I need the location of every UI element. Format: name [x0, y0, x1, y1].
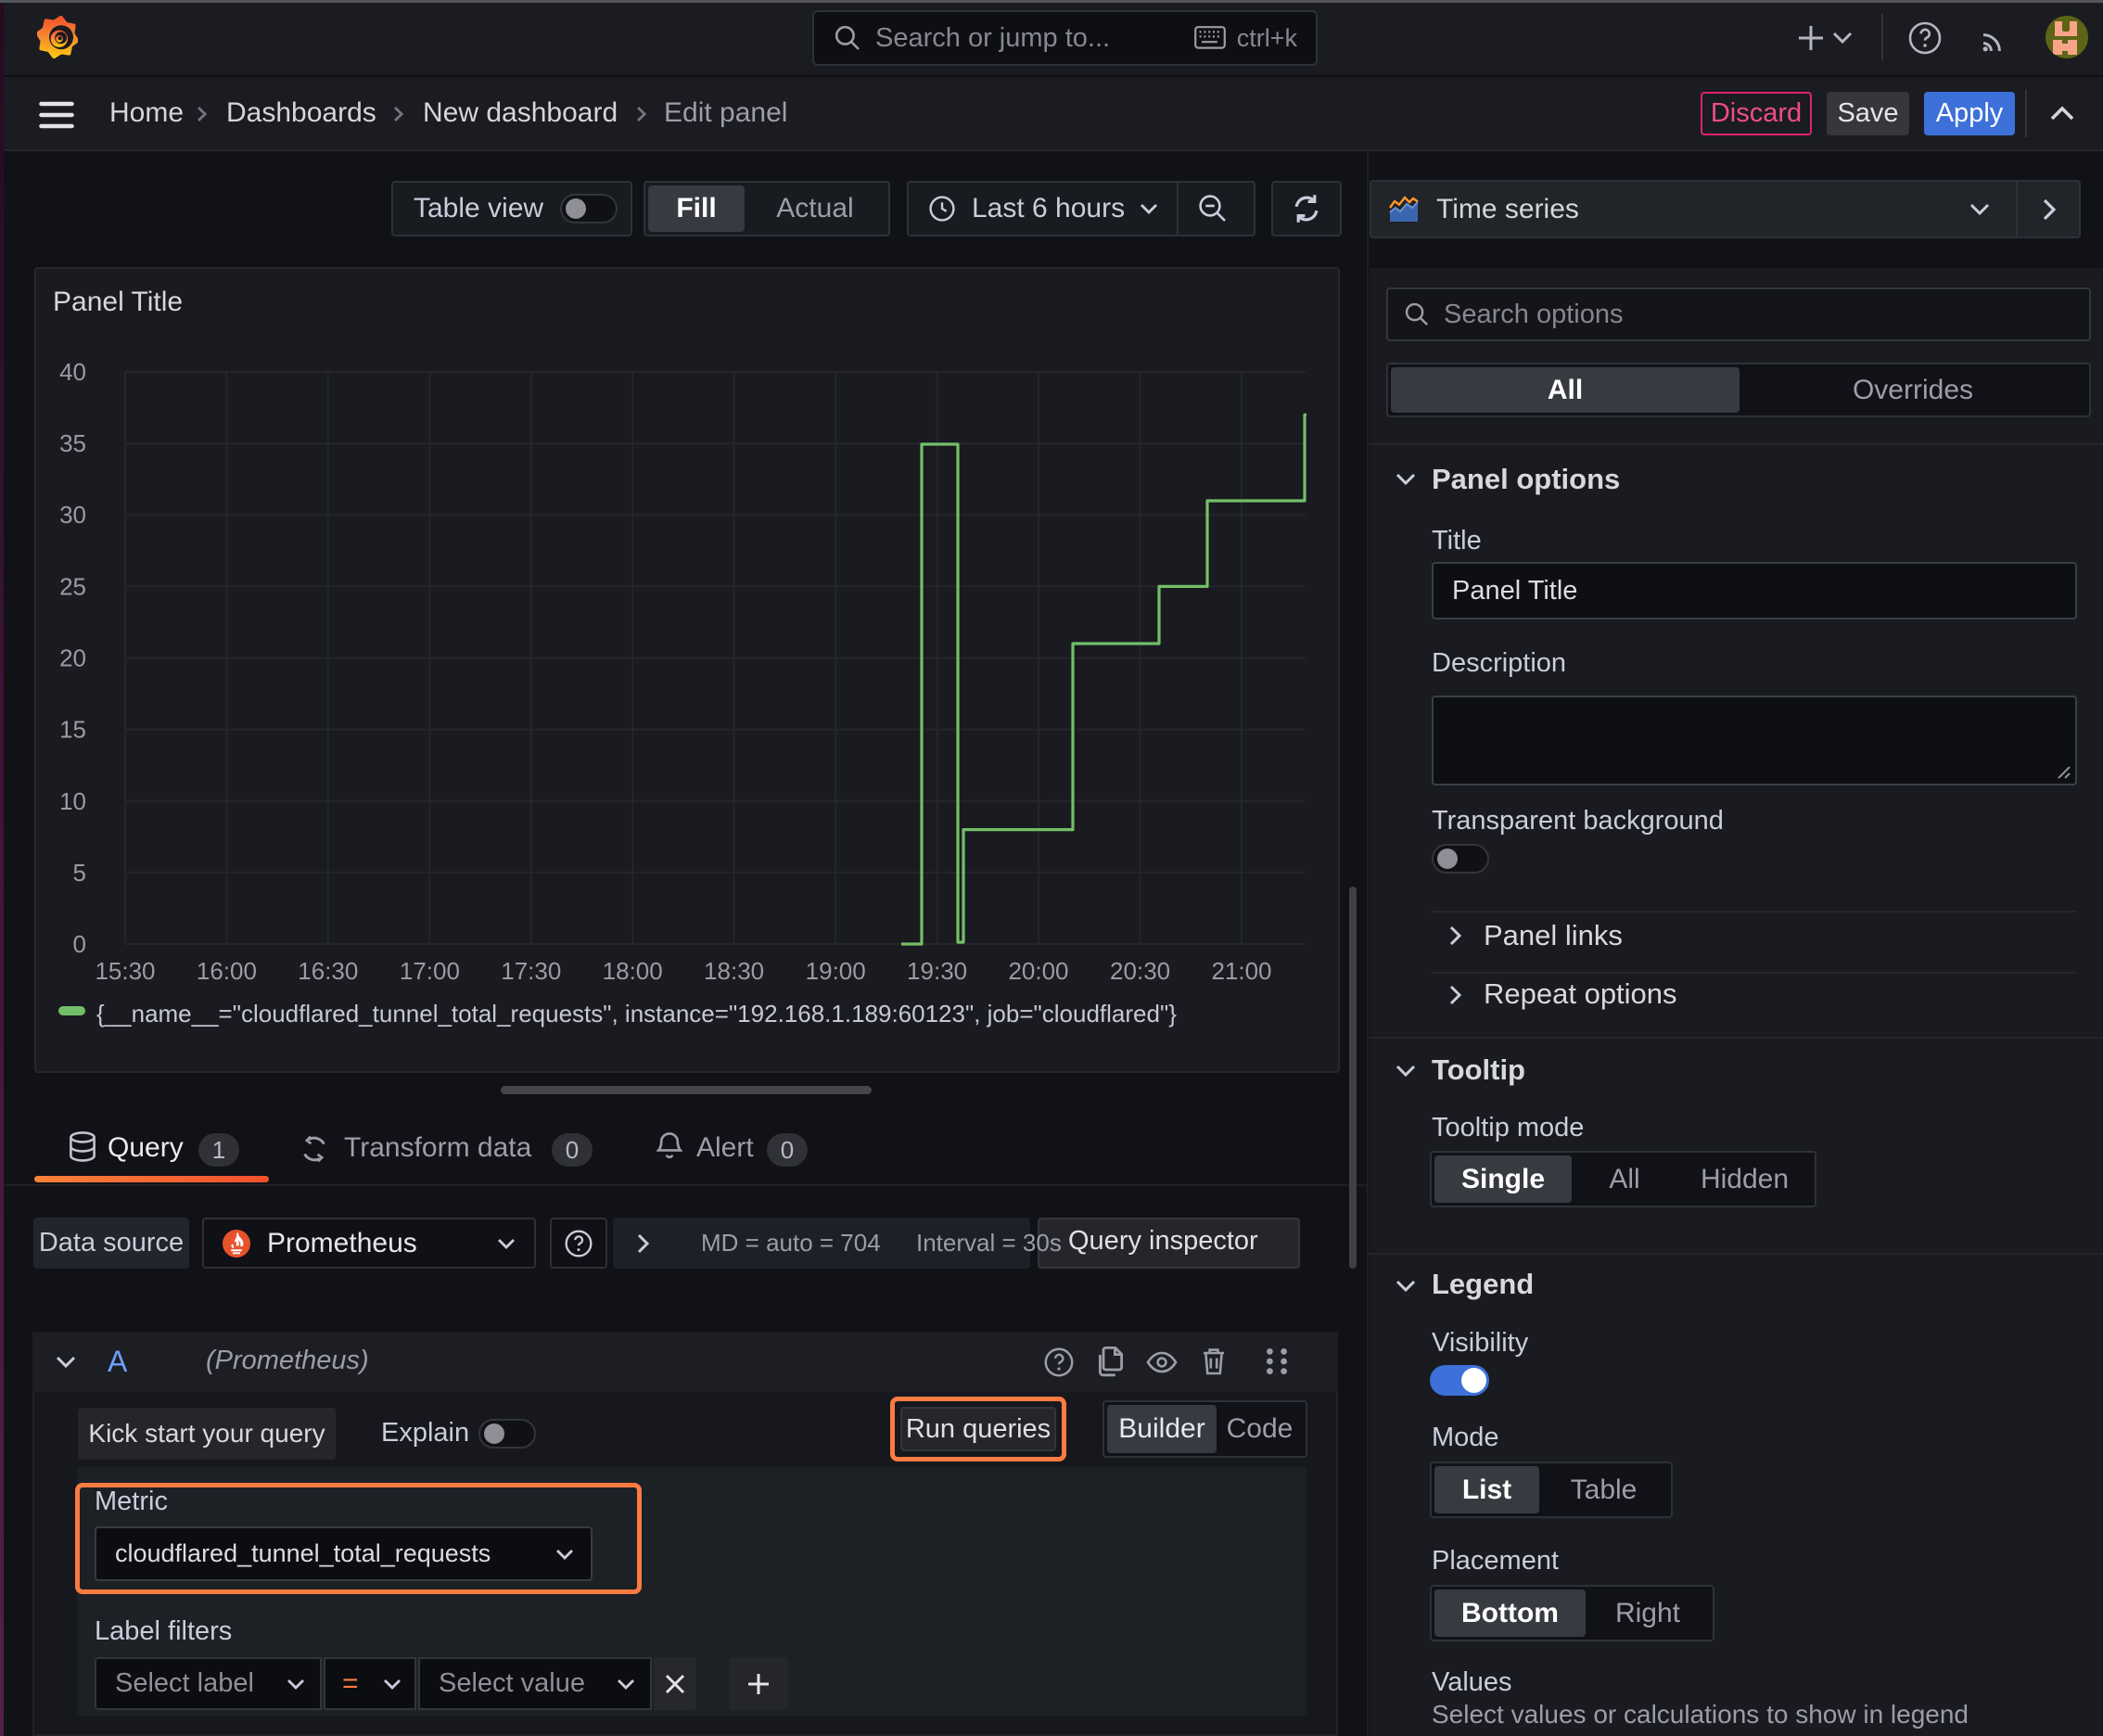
svg-text:{__name__="cloudflared_tunnel_: {__name__="cloudflared_tunnel_total_requ…	[96, 1000, 1177, 1028]
svg-text:30: 30	[59, 501, 86, 529]
svg-text:0: 0	[73, 930, 86, 958]
svg-text:20: 20	[59, 645, 86, 672]
svg-text:25: 25	[59, 572, 86, 600]
svg-text:10: 10	[59, 787, 86, 815]
svg-text:21:00: 21:00	[1211, 957, 1271, 985]
svg-text:20:00: 20:00	[1008, 957, 1068, 985]
svg-text:35: 35	[59, 429, 86, 457]
svg-text:15:30: 15:30	[95, 957, 155, 985]
svg-text:16:30: 16:30	[298, 957, 358, 985]
svg-text:19:30: 19:30	[907, 957, 967, 985]
svg-text:17:00: 17:00	[400, 957, 460, 985]
svg-text:15: 15	[59, 716, 86, 744]
svg-text:18:30: 18:30	[704, 957, 764, 985]
svg-text:40: 40	[59, 358, 86, 386]
svg-text:5: 5	[73, 859, 86, 887]
svg-text:20:30: 20:30	[1110, 957, 1170, 985]
svg-text:17:30: 17:30	[501, 957, 561, 985]
svg-text:16:00: 16:00	[197, 957, 257, 985]
svg-text:19:00: 19:00	[806, 957, 866, 985]
svg-text:18:00: 18:00	[603, 957, 663, 985]
